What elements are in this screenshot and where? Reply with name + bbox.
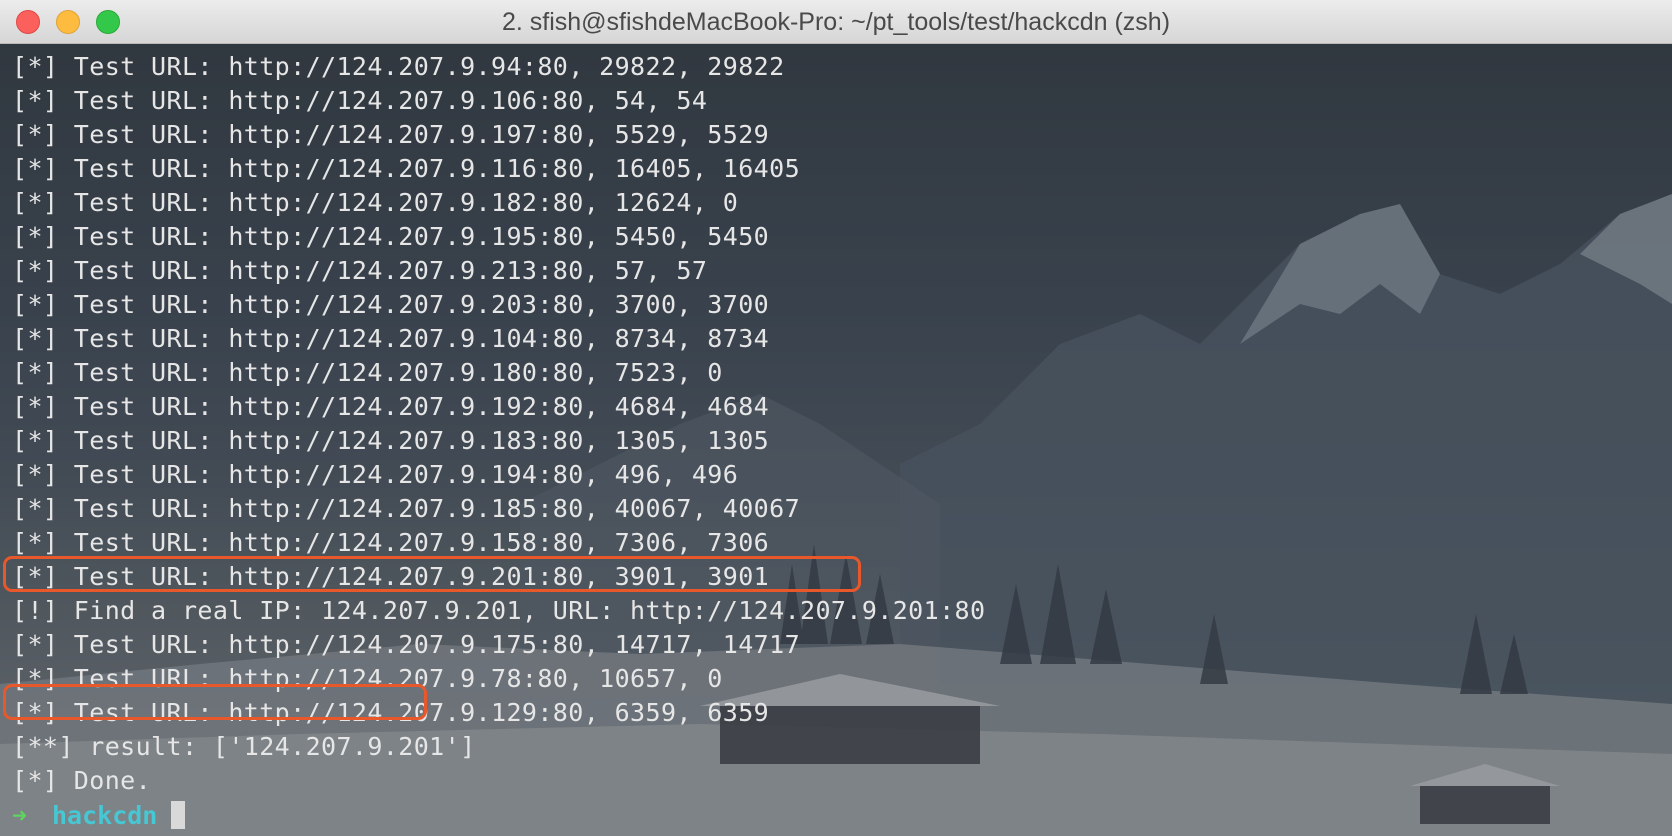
shell-prompt[interactable]: ➜ hackcdn bbox=[12, 798, 1652, 832]
output-line: [*] Test URL: http://124.207.9.104:80, 8… bbox=[12, 324, 770, 353]
output-line: [*] Test URL: http://124.207.9.182:80, 1… bbox=[12, 188, 739, 217]
real-ip-found-line: [!] Find a real IP: 124.207.9.201, URL: … bbox=[12, 596, 986, 625]
output-line: [*] Test URL: http://124.207.9.203:80, 3… bbox=[12, 290, 770, 319]
output-line: [*] Test URL: http://124.207.9.195:80, 5… bbox=[12, 222, 770, 251]
title-bar[interactable]: 2. sfish@sfishdeMacBook-Pro: ~/pt_tools/… bbox=[0, 0, 1672, 44]
output-line: [*] Test URL: http://124.207.9.106:80, 5… bbox=[12, 86, 708, 115]
window-title: 2. sfish@sfishdeMacBook-Pro: ~/pt_tools/… bbox=[501, 8, 1171, 36]
prompt-arrow-icon: ➜ bbox=[12, 800, 28, 830]
output-line: [*] Test URL: http://124.207.9.116:80, 1… bbox=[12, 154, 801, 183]
result-line: [**] result: ['124.207.9.201'] bbox=[12, 732, 476, 761]
output-line: [*] Test URL: http://124.207.9.192:80, 4… bbox=[12, 392, 770, 421]
output-line: [*] Test URL: http://124.207.9.197:80, 5… bbox=[12, 120, 770, 149]
output-line: [*] Test URL: http://124.207.9.213:80, 5… bbox=[12, 256, 708, 285]
output-line: [*] Test URL: http://124.207.9.183:80, 1… bbox=[12, 426, 770, 455]
real-ip-highlight-box bbox=[3, 556, 861, 592]
output-line: [*] Test URL: http://124.207.9.158:80, 7… bbox=[12, 528, 770, 557]
terminal-window: 2. sfish@sfishdeMacBook-Pro: ~/pt_tools/… bbox=[0, 0, 1672, 836]
output-line: [*] Test URL: http://124.207.9.180:80, 7… bbox=[12, 358, 723, 387]
output-line: [*] Test URL: http://124.207.9.94:80, 29… bbox=[12, 52, 785, 81]
terminal-output-area[interactable]: [*] Test URL: http://124.207.9.94:80, 29… bbox=[0, 44, 1672, 836]
output-line: [*] Test URL: http://124.207.9.194:80, 4… bbox=[12, 460, 739, 489]
prompt-directory: hackcdn bbox=[52, 800, 158, 830]
output-line: [*] Test URL: http://124.207.9.175:80, 1… bbox=[12, 630, 801, 659]
text-cursor bbox=[171, 801, 186, 829]
result-highlight-box bbox=[3, 684, 427, 720]
done-line: [*] Done. bbox=[12, 766, 152, 795]
output-line: [*] Test URL: http://124.207.9.185:80, 4… bbox=[12, 494, 801, 523]
